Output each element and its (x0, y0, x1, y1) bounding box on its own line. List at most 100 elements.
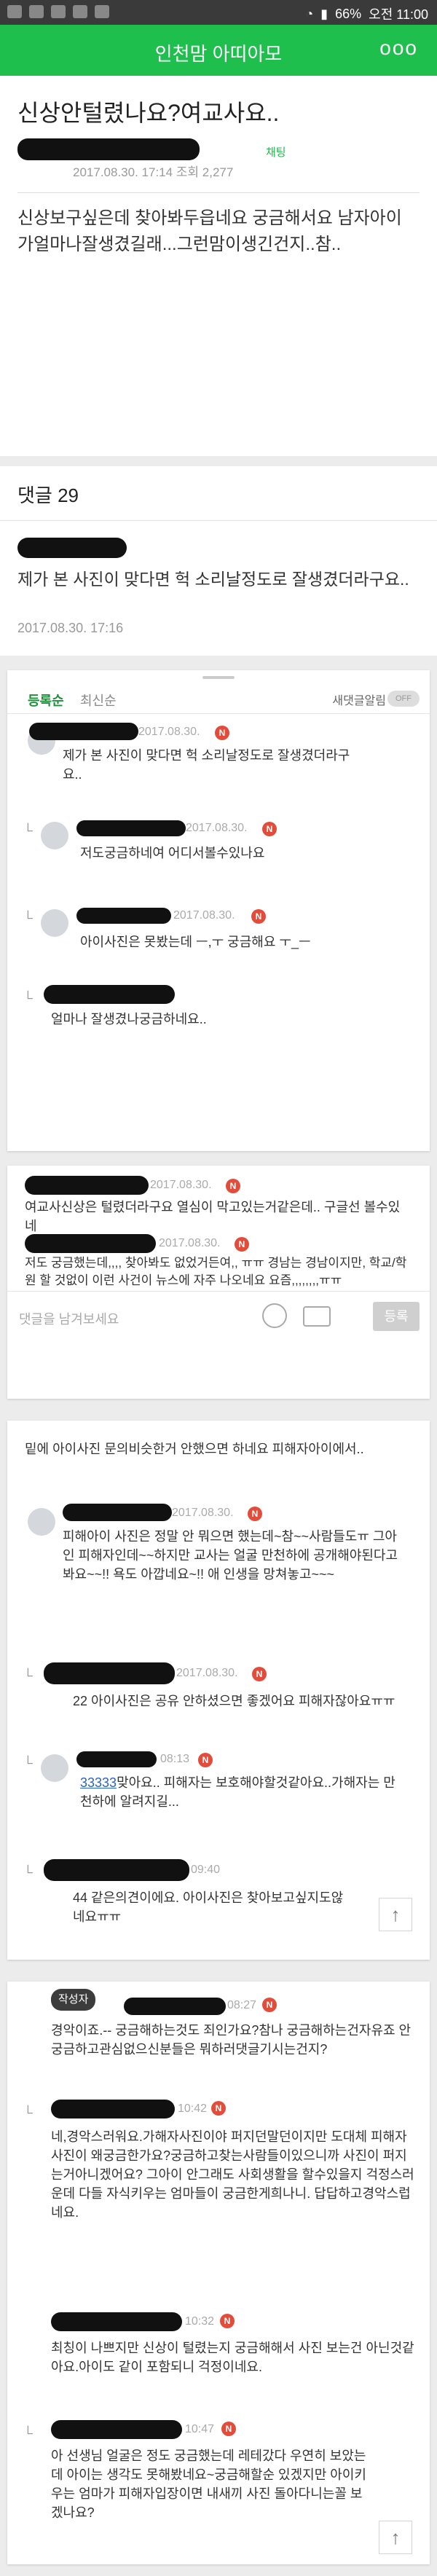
comment-text: 얼마나 잘생겼나궁금하네요.. (51, 1012, 207, 1026)
comment-text: 제가 본 사진이 맞다면 헉 소리날정도로 잘생겼더라구요.. (63, 748, 350, 782)
list-item: 밑에 아이사진 문의비슷한거 안했으면 하네요 피해자아이에서.. (7, 1435, 430, 1486)
post-body: 신상보구싶은데 찾아봐두읍네요 궁금해서요 남자아이가얼마나잘생겼길래...그런… (17, 208, 402, 254)
scroll-to-top-button[interactable]: ↑ (379, 1898, 412, 1931)
comment-text: 경악이죠.-- 궁금해하는것도 죄인가요?참나 궁금해하는건자유죠 안궁금하고관… (51, 2023, 412, 2057)
list-item: 2017.08.30. N 제가 본 사진이 맞다면 헉 소리날정도로 잘생겼더… (7, 721, 430, 809)
list-item: 2017.08.30. N 피해아이 사진은 정말 안 뭐으면 했는데~참~~사… (7, 1501, 430, 1654)
comment-date: 2017.08.30. (176, 1667, 238, 1679)
list-item: └ 2017.08.30. N 아이사진은 못봤는데 ㅡ,ㅜ 궁금해요 ㅜ_ㅡ (7, 903, 430, 983)
list-item: └ 10:47 N 아 선생님 얼굴은 정도 궁금했는데 레테갔다 우연히 보았… (7, 2419, 430, 2542)
emoji-icon[interactable] (262, 1303, 287, 1328)
preview-comment-text: 제가 본 사진이 맞다면 헉 소리날정도로 잘생겼더라구요.. (17, 570, 409, 589)
commenter-redacted (51, 2312, 182, 2331)
comment-panel-1: 등록순 최신순 새댓글알림 OFF 2017.08.30. N 제가 본 사진이… (7, 670, 430, 1151)
list-item: └ 2017.08.30. N 22 아이사진은 공유 안하셨으면 좋겠어요 피… (7, 1661, 430, 1741)
comment-date: 08:27 (227, 1999, 257, 2011)
list-item: └ 얼마나 잘생겼나궁금하네요.. (7, 983, 430, 1049)
commenter-redacted (51, 2100, 175, 2118)
more-menu-icon[interactable]: ooo (379, 36, 418, 60)
list-item: └ 2017.08.30. N 저도궁금하네여 어디서볼수있나요 (7, 816, 430, 896)
new-badge: N (262, 1998, 277, 2012)
new-badge: N (262, 822, 277, 836)
list-item: └ 09:40 44 같은의견이에요. 아이사진은 찾아보고싶지도않네요ㅠㅠ (7, 1858, 430, 1931)
comment-text: 네,경악스러워요.가해자사진이야 퍼지던말던이지만 도대체 피해자사진이 왜궁금… (51, 2129, 414, 2220)
author-redacted (17, 138, 200, 160)
chat-badge[interactable]: 채팅 (266, 144, 286, 160)
sort-tabs: 등록순 최신순 새댓글알림 OFF (7, 670, 430, 714)
comment-panel-2: 2017.08.30. N 여교사신상은 털렸더라구요 열심이 막고있는거같은데… (7, 1166, 430, 1399)
commenter-redacted (63, 1504, 172, 1521)
commenter-redacted (44, 1662, 175, 1684)
commenter-redacted (51, 2420, 182, 2439)
comment-input-bar: 댓글을 남겨보세요 등록 (7, 1291, 430, 1342)
status-bar: ◔ ▮ 66% 오전 11:00 (0, 0, 437, 25)
scroll-to-top-button[interactable]: ↑ (379, 2521, 412, 2554)
commenter-redacted (25, 1176, 149, 1195)
post-meta: 2017.08.30. 17:14 조회 2,277 (73, 165, 234, 179)
comment-panel-3: 밑에 아이사진 문의비슷한거 안했으면 하네요 피해자아이에서.. 2017.0… (7, 1421, 430, 1960)
new-badge: N (221, 2422, 236, 2436)
comment-input[interactable]: 댓글을 남겨보세요 (19, 1309, 119, 1328)
commenter-redacted (124, 1998, 226, 2015)
reply-arrow-icon: └ (23, 911, 33, 925)
comment-date: 08:13 (160, 1753, 190, 1765)
avatar (41, 1754, 68, 1782)
comment-text: 저도궁금하네여 어디서볼수있나요 (80, 846, 265, 860)
battery-level: 66% (335, 6, 362, 21)
comment-date: 10:32 (185, 2315, 215, 2328)
commenter-redacted (25, 1234, 156, 1253)
list-item: └ 08:13 N 33333맞아요.. 피해자는 보호해야할것같아요..가해자… (7, 1748, 430, 1843)
comment-preview[interactable]: 댓글 29 제가 본 사진이 맞다면 헉 소리날정도로 잘생겼더라구요.. 20… (0, 466, 437, 656)
comment-date: 2017.08.30. (159, 1237, 221, 1249)
preview-comment-date: 2017.08.30. 17:16 (17, 621, 124, 635)
cafe-title[interactable]: 인천맘 아띠아모 (0, 39, 437, 66)
reply-arrow-icon: └ (23, 1668, 33, 1683)
sound-icon (95, 5, 109, 18)
comment-count[interactable]: 댓글 29 (17, 481, 79, 508)
reply-arrow-icon: └ (23, 1865, 33, 1880)
reply-arrow-icon: └ (23, 991, 33, 1005)
new-comment-alert-label: 새댓글알림 (332, 695, 386, 707)
comment-text: 밑에 아이사진 문의비슷한거 안했으면 하네요 피해자아이에서.. (25, 1442, 364, 1456)
new-badge: N (215, 726, 229, 740)
new-badge: N (252, 1667, 267, 1681)
comment-text: 최칭이 나쁘지만 신상이 털렸는지 궁금해해서 사진 보는건 아닌것같아요.아이… (51, 2341, 414, 2374)
clock: 오전 11:00 (369, 7, 428, 22)
wifi-icon: ◔ (305, 6, 314, 21)
comment-panel-4: 작성자 08:27 N 경악이죠.-- 궁금해하는것도 죄인가요?참나 궁금해하… (7, 1982, 430, 2564)
reply-arrow-icon: └ (23, 2426, 33, 2440)
commenter-redacted (44, 1859, 189, 1881)
post-title: 신상안털렸나요?여교사요.. (17, 100, 280, 126)
mail-icon (51, 5, 66, 18)
mention-link[interactable]: 33333 (80, 1775, 117, 1790)
commenter-redacted (76, 820, 186, 836)
comment-text: 아 선생님 얼굴은 정도 궁금했는데 레테갔다 우연히 보았는데 아이는 생각도… (51, 2449, 366, 2520)
app-bar: 인천맘 아띠아모 ooo (0, 25, 437, 76)
comment-date: 09:40 (191, 1864, 221, 1876)
signal-icon: ▮ (320, 6, 328, 21)
post: 신상안털렸나요?여교사요.. 2017.08.30. 17:14 조회 2,27… (0, 76, 437, 456)
reply-arrow-icon: └ (23, 2105, 33, 2120)
divider (17, 192, 420, 193)
comment-text: 33333맞아요.. 피해자는 보호해야할것같아요..가해자는 만천하에 알려지… (80, 1773, 401, 1811)
comment-date: 2017.08.30. (150, 1179, 212, 1191)
camera-icon[interactable] (303, 1306, 331, 1327)
comment-date: 10:42 (178, 2102, 208, 2115)
tab-oldest[interactable]: 등록순 (28, 691, 64, 710)
new-badge: N (198, 1753, 213, 1767)
reply-arrow-icon: └ (23, 823, 33, 838)
alert-toggle[interactable]: OFF (387, 691, 420, 707)
tab-newest[interactable]: 최신순 (80, 691, 117, 710)
comment-date: 2017.08.30. (173, 909, 235, 922)
writer-badge: 작성자 (51, 1989, 96, 2011)
divider (0, 520, 437, 521)
register-button[interactable]: 등록 (373, 1302, 420, 1331)
new-badge: N (235, 1237, 249, 1252)
list-item: 2017.08.30. N 저도 궁금했는데,,,, 찾아봐도 없었거든여,, … (7, 1233, 430, 1291)
sms-icon (29, 5, 44, 18)
comment-date: 2017.08.30. (172, 1507, 234, 1519)
list-item: └ 10:42 N 네,경악스러워요.가해자사진이야 퍼지던말던이지만 도대체 … (7, 2098, 430, 2266)
talk-icon (7, 5, 22, 18)
comment-text: 아이사진은 못봤는데 ㅡ,ㅜ 궁금해요 ㅜ_ㅡ (80, 935, 311, 949)
new-badge: N (211, 2101, 226, 2116)
